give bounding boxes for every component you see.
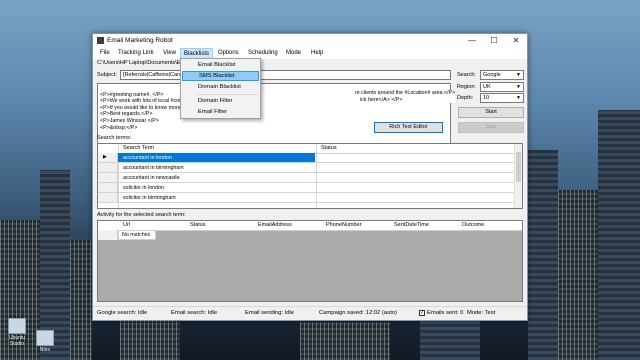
table-row[interactable]: solicitor in london (98, 183, 522, 193)
row-header (98, 230, 118, 240)
menu-bar: File Tracking Link View Blacklists Optio… (93, 48, 527, 59)
table-row[interactable]: solicitor in birmingham (98, 193, 522, 203)
column-header-search-term[interactable]: Search Term (123, 145, 154, 151)
minimize-button[interactable]: — (461, 34, 483, 48)
campaign-saved-status: Campaign saved: 12:02 (auto) (319, 310, 397, 316)
menu-mode[interactable]: Mode (286, 50, 301, 56)
close-button[interactable]: ✕ (505, 34, 527, 48)
menu-tracking-link[interactable]: Tracking Link (118, 50, 153, 56)
menu-separator (197, 94, 258, 95)
subject-input[interactable]: [Referrals|Caffeine|Can y (120, 70, 451, 80)
blacklists-dropdown: Email Blacklist SMS Blacklist Domain Bla… (180, 58, 261, 119)
row-header[interactable] (98, 193, 118, 202)
email-sending-status: Email sending: Idle (245, 310, 294, 316)
current-row-icon: ▶ (103, 154, 107, 160)
column-header-email-address[interactable]: EmailAddress (258, 222, 292, 228)
menu-item-sms-blacklist[interactable]: SMS Blacklist (182, 71, 259, 81)
column-header-status[interactable]: Status (321, 145, 337, 151)
search-terms-scrollbar[interactable] (514, 144, 522, 208)
search-terms-grid: Search Term Status ▶ accountant in londo… (97, 143, 523, 209)
column-header-url[interactable]: Url (123, 222, 130, 228)
desktop-icon-nitro[interactable]: Nitro (32, 330, 58, 353)
menu-view[interactable]: View (163, 50, 176, 56)
search-term-cell: accountant in newcastle (123, 175, 180, 181)
depth-value: 10 (483, 95, 490, 101)
campaign-path: C:\Users\HP Laptop\Documents\E (97, 60, 181, 66)
email-search-status: Email search: Idle (171, 310, 218, 316)
scrollbar-thumb[interactable] (516, 152, 521, 182)
search-terms-label: Search terms: (97, 135, 132, 141)
google-search-status: Google search: Idle (97, 310, 148, 316)
maximize-button[interactable]: ☐ (483, 34, 505, 48)
grid-header: Url Status EmailAddress PhoneNumber Sent… (98, 221, 522, 231)
search-term-cell: solicitor in birmingham (123, 195, 176, 201)
emails-sent-checkbox[interactable]: ✓ (419, 310, 425, 316)
row-header[interactable] (98, 163, 118, 172)
row-header[interactable]: ▶ (98, 153, 118, 162)
activity-label: Activity for the selected search term: (97, 212, 186, 218)
table-row[interactable]: ▶ accountant in london (98, 153, 522, 163)
app-icon (97, 37, 104, 44)
emails-sent-status: Emails sent: 0 (427, 310, 464, 316)
region-label: Region: (457, 84, 476, 90)
search-term-cell: solicitor in london (123, 185, 164, 191)
menu-file[interactable]: File (100, 50, 110, 56)
subject-label: Subject: (97, 72, 117, 78)
empty-message: No matches (118, 230, 156, 240)
app-window: Email Marketing Robot — ☐ ✕ File Trackin… (92, 33, 528, 321)
chevron-down-icon: ▼ (516, 84, 521, 90)
region-select[interactable]: UK ▼ (480, 82, 524, 92)
menu-item-domain-filter[interactable]: Domain Filter (182, 96, 259, 106)
search-term-cell: accountant in london (123, 155, 172, 161)
column-header-sent-date-time[interactable]: SentDateTime (394, 222, 429, 228)
menu-item-email-filter[interactable]: Email Filter (182, 107, 259, 117)
status-bar: Google search: Idle Email search: Idle E… (93, 306, 527, 320)
app-shortcut-icon (8, 318, 26, 334)
column-header-phone-number[interactable]: PhoneNumber (326, 222, 361, 228)
activity-grid: Url Status EmailAddress PhoneNumber Sent… (97, 220, 523, 302)
menu-item-domain-blacklist[interactable]: Domain Blacklist (182, 82, 259, 92)
chevron-down-icon: ▼ (516, 95, 521, 101)
search-engine-select[interactable]: Google ▼ (480, 70, 524, 80)
depth-label: Depth: (457, 95, 474, 101)
menu-item-email-blacklist[interactable]: Email Blacklist (182, 60, 259, 70)
menu-options[interactable]: Options (218, 50, 239, 56)
region-value: UK (483, 84, 491, 90)
stop-button[interactable]: Stop (458, 122, 524, 133)
search-term-cell: accountant in birmingham (123, 165, 184, 171)
row-header[interactable] (98, 183, 118, 192)
body-line: <P>If you would like to know more (100, 104, 181, 111)
title-bar[interactable]: Email Marketing Robot — ☐ ✕ (93, 34, 527, 48)
search-engine-label: Search: (457, 72, 476, 78)
app-shortcut-icon (36, 330, 54, 346)
body-line: ick here</A> </P> (360, 96, 403, 103)
table-row[interactable]: accountant in newcastle (98, 173, 522, 183)
desktop-icon-ubuntu[interactable]: Ubuntu Studio (4, 318, 30, 347)
depth-select[interactable]: 10 ▼ (480, 93, 524, 103)
menu-scheduling[interactable]: Scheduling (248, 50, 278, 56)
column-header-status[interactable]: Status (190, 222, 206, 228)
table-row[interactable]: accountant in birmingham (98, 163, 522, 173)
body-text-overflow: re clients around the #Location# area.</… (355, 90, 456, 104)
menu-help[interactable]: Help (311, 50, 323, 56)
row-header[interactable] (98, 173, 118, 182)
search-engine-value: Google (483, 72, 501, 78)
mode-status: Mode: Test (467, 310, 496, 316)
chevron-down-icon: ▼ (516, 72, 521, 78)
body-line: <P>Best regards,</P> (100, 111, 153, 118)
body-line: re clients around the #Location# area.</… (355, 90, 456, 96)
rich-text-editor-button[interactable]: Rich Text Editor (374, 122, 443, 133)
window-title: Email Marketing Robot (107, 37, 173, 44)
start-button[interactable]: Start (458, 107, 524, 118)
column-header-outcome[interactable]: Outcome (462, 222, 484, 228)
